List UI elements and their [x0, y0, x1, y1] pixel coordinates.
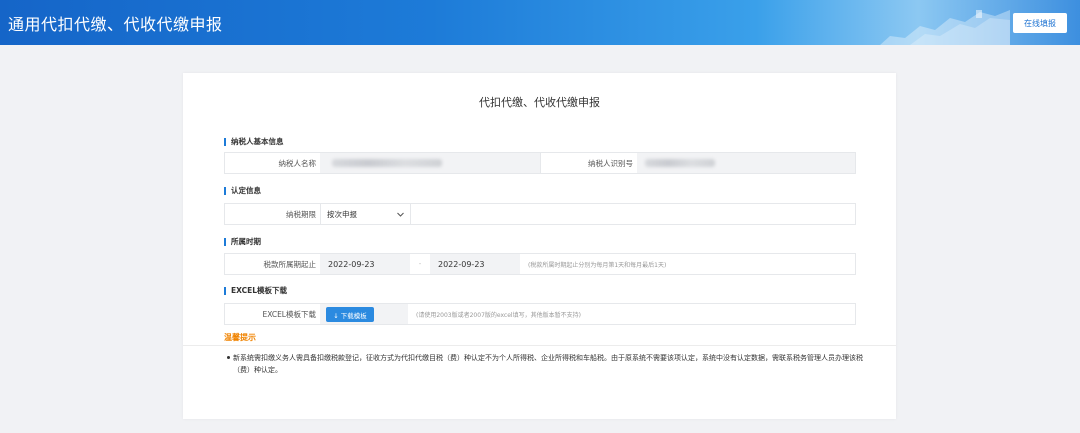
end-date-input[interactable]: 2022-09-23 — [430, 254, 520, 274]
period-label: 税款所属期起止 — [225, 254, 320, 274]
period-hint: (税款所属时期起止分别为每月第1天和每月最后1天) — [528, 261, 667, 269]
section-determination: 认定信息 — [224, 187, 261, 195]
online-fill-button[interactable]: 在线填报 — [1013, 13, 1067, 33]
section-period: 所属时期 — [224, 238, 261, 246]
download-template-button[interactable]: ↓ 下载模板 — [326, 307, 374, 322]
taxpayer-id-label: 纳税人识别号 — [540, 153, 637, 173]
redacted-text — [645, 159, 715, 167]
excel-button-cell: ↓ 下载模板 — [320, 304, 408, 324]
empty-cell — [411, 204, 855, 224]
excel-hint: (请使用2003版或者2007版的excel填写，其他版本暂不支持) — [416, 311, 581, 319]
section-taxpayer-info: 纳税人基本信息 — [224, 138, 284, 146]
section-excel: EXCEL模板下载 — [224, 287, 287, 295]
redacted-text — [332, 159, 442, 167]
top-banner: 通用代扣代缴、代收代缴申报 在线填报 — [0, 0, 1080, 45]
start-date-input[interactable]: 2022-09-23 — [320, 254, 410, 274]
taxpayer-id-value — [637, 153, 855, 173]
tax-period-label: 纳税期限 — [225, 204, 320, 224]
period-row: 税款所属期起止 2022-09-23 - 2022-09-23 (税款所属时期起… — [224, 253, 856, 275]
date-separator: - — [410, 254, 430, 274]
taxpayer-name-label: 纳税人名称 — [225, 153, 320, 173]
tips-title: 温馨提示 — [224, 333, 256, 342]
great-wall-decoration — [880, 10, 1010, 45]
tips-text: 新系统需扣缴义务人需具备扣缴税款登记，征收方式为代扣代缴目税（费）种认定不为个人… — [233, 354, 863, 374]
tax-period-value: 按次申报 — [327, 209, 357, 219]
taxpayer-name-value — [320, 153, 540, 173]
excel-label: EXCEL模板下载 — [225, 304, 320, 324]
card-title: 代扣代缴、代收代缴申报 — [479, 96, 600, 109]
determination-row: 纳税期限 按次申报 — [224, 203, 856, 225]
page-title: 通用代扣代缴、代收代缴申报 — [8, 15, 223, 34]
declaration-card: 代扣代缴、代收代缴申报 纳税人基本信息 纳税人名称 纳税人识别号 认定信息 纳税… — [183, 73, 896, 419]
chevron-down-icon — [397, 212, 404, 217]
tax-period-select[interactable]: 按次申报 — [320, 204, 411, 224]
excel-row: EXCEL模板下载 ↓ 下载模板 (请使用2003版或者2007版的excel填… — [224, 303, 856, 325]
divider — [183, 345, 896, 346]
taxpayer-row: 纳税人名称 纳税人识别号 — [224, 152, 856, 174]
